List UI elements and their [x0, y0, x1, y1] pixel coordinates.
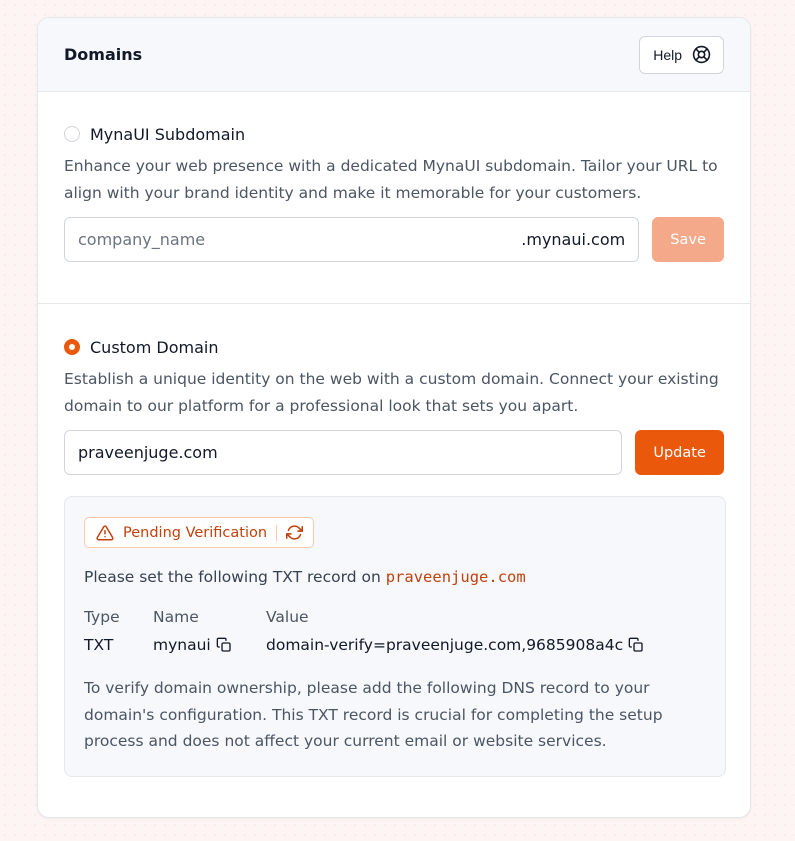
record-value-column: Value domain-verify=praveenjuge.com,9685… [266, 608, 644, 656]
copy-icon[interactable] [628, 637, 644, 653]
record-type-column: Type TXT [84, 608, 153, 656]
custom-domain-field [64, 430, 623, 475]
verification-note: To verify domain ownership, please add t… [84, 679, 663, 750]
custom-domain-option: Custom Domain [64, 336, 724, 358]
warning-triangle-icon [96, 524, 114, 542]
subdomain-radio[interactable] [64, 126, 80, 142]
record-name-column: Name mynaui [153, 608, 266, 656]
record-type: TXT [84, 636, 114, 654]
domains-card: Domains Help MynaUI Subdomain Enhance yo… [37, 17, 751, 818]
record-value: domain-verify=praveenjuge.com,9685908a4c [266, 636, 624, 654]
record-value-row: domain-verify=praveenjuge.com,9685908a4c [266, 634, 644, 656]
custom-domain-label: Custom Domain [90, 337, 219, 357]
custom-domain-description: Establish a unique identity on the web w… [64, 370, 719, 415]
subdomain-description: Enhance your web presence with a dedicat… [64, 157, 718, 202]
record-name: mynaui [153, 636, 211, 654]
subdomain-field: .mynaui.com [64, 217, 640, 262]
refresh-icon[interactable] [286, 524, 304, 541]
subdomain-label: MynaUI Subdomain [90, 124, 246, 144]
instruction-domain: praveenjuge.com [385, 568, 526, 586]
card-header: Domains Help [38, 18, 750, 92]
subdomain-suffix: .mynaui.com [521, 230, 626, 249]
name-header: Name [153, 608, 199, 626]
help-label: Help [653, 46, 682, 63]
record-name-row: mynaui [153, 634, 266, 656]
status-badge: Pending Verification [84, 517, 315, 548]
instruction-text: Please set the following TXT record on [84, 568, 381, 586]
dns-record: Type TXT Name mynaui Value domain-verify… [84, 608, 705, 656]
custom-domain-radio[interactable] [64, 339, 80, 355]
help-button[interactable]: Help [639, 35, 724, 74]
subdomain-input-row: .mynaui.com Save [64, 217, 724, 262]
custom-domain-section: Custom Domain Establish a unique identit… [38, 304, 750, 777]
copy-icon[interactable] [216, 637, 232, 653]
value-header: Value [266, 608, 309, 626]
type-header: Type [84, 608, 120, 626]
subdomain-input[interactable] [78, 230, 522, 249]
subdomain-option: MynaUI Subdomain [64, 123, 724, 145]
verification-panel: Pending Verification Please set the foll… [64, 496, 726, 777]
status-text: Pending Verification [123, 524, 268, 541]
subdomain-section: MynaUI Subdomain Enhance your web presen… [38, 92, 750, 304]
page-title: Domains [64, 45, 143, 64]
badge-divider [276, 524, 278, 541]
custom-domain-input[interactable] [78, 443, 609, 462]
save-button[interactable]: Save [652, 217, 724, 262]
txt-instruction: Please set the following TXT record on p… [84, 565, 705, 589]
update-button[interactable]: Update [635, 430, 724, 475]
lifebuoy-icon [692, 45, 711, 64]
custom-domain-input-row: Update [64, 430, 724, 475]
